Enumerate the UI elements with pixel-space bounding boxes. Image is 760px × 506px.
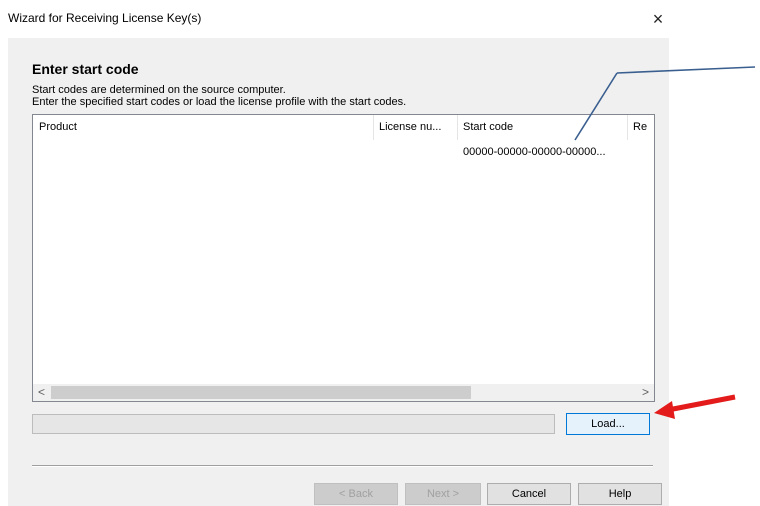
page-title: Enter start code <box>32 61 139 77</box>
description-line-2: Enter the specified start codes or load … <box>32 96 407 108</box>
start-code-table[interactable]: Product License nu... Start code Re 0000… <box>32 114 655 402</box>
column-header-license-number[interactable]: License nu... <box>373 115 457 140</box>
load-button[interactable]: Load... <box>566 413 650 435</box>
cell-start-code[interactable]: 00000-00000-00000-00000... <box>463 146 606 158</box>
next-button[interactable]: Next > <box>405 483 481 505</box>
scroll-right-icon[interactable]: > <box>637 384 654 401</box>
back-button[interactable]: < Back <box>314 483 398 505</box>
column-header-start-code[interactable]: Start code <box>457 115 627 140</box>
close-icon[interactable]: × <box>647 8 669 30</box>
window-title: Wizard for Receiving License Key(s) <box>8 11 202 25</box>
help-button[interactable]: Help <box>578 483 662 505</box>
progress-bar <box>32 414 555 434</box>
scrollbar-thumb[interactable] <box>51 386 471 399</box>
cancel-button[interactable]: Cancel <box>487 483 571 505</box>
footer-divider-highlight <box>32 466 653 467</box>
description-line-1: Start codes are determined on the source… <box>32 84 286 96</box>
column-header-product[interactable]: Product <box>33 115 373 140</box>
scroll-left-icon[interactable]: < <box>33 384 50 401</box>
horizontal-scrollbar[interactable]: < > <box>33 384 654 401</box>
column-header-re[interactable]: Re <box>627 115 654 140</box>
